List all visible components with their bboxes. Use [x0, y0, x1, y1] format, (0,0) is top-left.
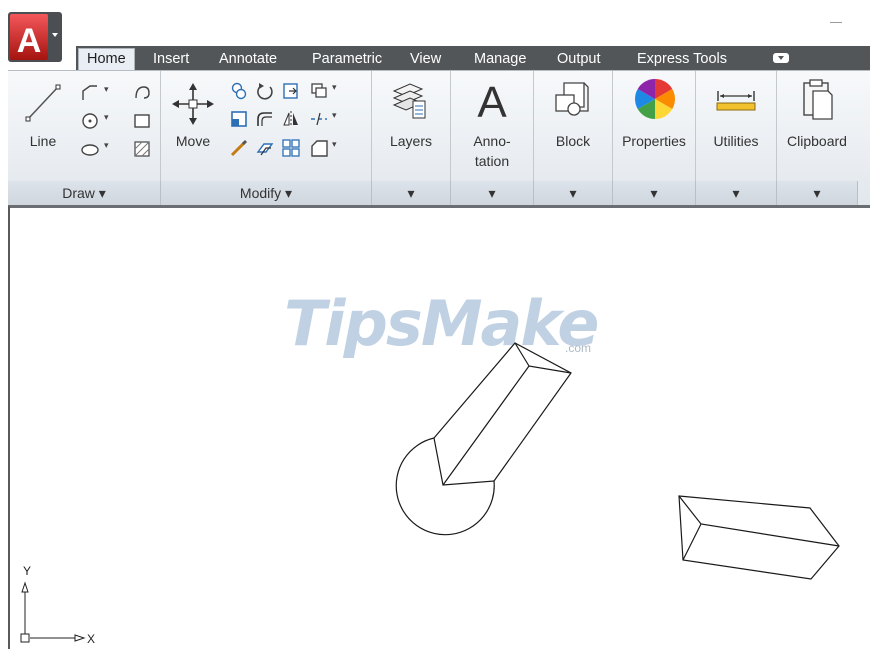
circle-icon[interactable]	[80, 111, 100, 131]
ucs-y-label: Y	[23, 564, 32, 578]
block-label: Block	[555, 133, 591, 149]
box-inner-edge-b[interactable]	[682, 523, 702, 561]
tab-home[interactable]: Home	[78, 48, 135, 71]
properties-dropdown[interactable]: ▾	[613, 181, 696, 205]
hatch-icon[interactable]	[132, 139, 152, 159]
tab-insert[interactable]: Insert	[153, 49, 189, 70]
line-label: Line	[29, 133, 57, 149]
circle-sector[interactable]	[395, 437, 495, 536]
rectangle-icon[interactable]	[132, 111, 152, 131]
circle-dropdown[interactable]: ▾	[104, 113, 109, 123]
svg-text:A: A	[17, 22, 42, 60]
prism-inner-edge[interactable]	[442, 365, 572, 486]
drawing-geometry	[20, 342, 840, 643]
ellipse-dropdown[interactable]: ▾	[104, 141, 109, 151]
ellipse-icon[interactable]	[80, 139, 100, 159]
modify-panel-title[interactable]: Modify ▾	[161, 181, 372, 205]
layers-label: Layers	[389, 133, 433, 149]
box-outline[interactable]	[678, 495, 840, 580]
layers-panel[interactable]: Layers	[372, 71, 451, 181]
ucs-icon	[20, 581, 86, 643]
rotate-icon[interactable]	[255, 81, 275, 101]
layers-icon	[392, 83, 426, 119]
offset-dropdown[interactable]: ▾	[332, 83, 337, 93]
stretch-icon[interactable]	[229, 109, 249, 129]
move-icon	[172, 83, 214, 125]
block-icon	[555, 82, 589, 116]
line-button[interactable]: Line	[14, 77, 72, 157]
utilities-dropdown[interactable]: ▾	[696, 181, 777, 205]
explode-icon[interactable]	[309, 109, 329, 129]
measure-icon	[716, 91, 756, 111]
ribbon: Line ▾ ▾ ▾ Draw ▾ Move ▾ ▾ ▾ Modify ▾ La…	[8, 70, 870, 207]
modify-panel: Move ▾ ▾ ▾	[161, 71, 372, 181]
tab-annotate[interactable]: Annotate	[219, 49, 277, 70]
layers-dropdown[interactable]: ▾	[372, 181, 451, 205]
tab-view[interactable]: View	[410, 49, 441, 70]
move-label: Move	[175, 133, 211, 149]
utilities-panel[interactable]: Utilities	[696, 71, 777, 181]
application-menu-button[interactable]: A	[8, 12, 62, 62]
polyline-dropdown[interactable]: ▾	[104, 85, 109, 95]
ucs-x-label: X	[87, 632, 96, 646]
scale-icon[interactable]	[255, 138, 275, 158]
autocad-logo-icon: A	[8, 12, 62, 62]
annotation-panel[interactable]: A Anno- tation	[451, 71, 534, 181]
chamfer-icon[interactable]	[309, 138, 329, 158]
title-bar	[0, 0, 870, 46]
clipboard-label: Clipboard	[787, 133, 847, 149]
ribbon-minimize-toggle[interactable]	[773, 53, 789, 63]
explode-dropdown[interactable]: ▾	[332, 111, 337, 121]
chamfer-dropdown[interactable]: ▾	[332, 140, 337, 150]
clipboard-panel[interactable]: Clipboard	[777, 71, 857, 181]
properties-label: Properties	[622, 133, 686, 149]
svg-text:A: A	[477, 78, 507, 123]
properties-panel[interactable]: Properties	[613, 71, 696, 181]
tab-output[interactable]: Output	[557, 49, 601, 70]
utilities-label: Utilities	[713, 133, 759, 149]
tab-express-tools[interactable]: Express Tools	[637, 49, 727, 70]
annotation-label-line1: Anno-	[473, 133, 511, 149]
trim-icon[interactable]	[281, 81, 301, 101]
offset-icon[interactable]	[309, 81, 329, 101]
array-icon[interactable]	[281, 138, 301, 158]
clipboard-dropdown[interactable]: ▾	[777, 181, 858, 205]
erase-icon[interactable]	[229, 138, 249, 158]
polyline-icon[interactable]	[80, 83, 100, 103]
move-button[interactable]: Move	[165, 79, 221, 159]
ribbon-tab-bar: Home Insert Annotate Parametric View Man…	[76, 46, 870, 71]
annotation-dropdown[interactable]: ▾	[451, 181, 534, 205]
block-dropdown[interactable]: ▾	[534, 181, 613, 205]
draw-panel: Line ▾ ▾ ▾	[8, 71, 161, 181]
prism-body[interactable]	[433, 342, 572, 482]
line-icon	[25, 84, 61, 122]
properties-icon	[635, 79, 675, 119]
copy-icon[interactable]	[229, 81, 249, 101]
tab-manage[interactable]: Manage	[474, 49, 526, 70]
chevron-down-icon	[778, 56, 784, 60]
clipboard-icon	[803, 79, 833, 120]
text-icon: A	[477, 78, 507, 123]
block-panel[interactable]: Block	[534, 71, 613, 181]
mirror-icon[interactable]	[281, 109, 301, 129]
fillet-icon[interactable]	[255, 109, 275, 129]
draw-panel-title[interactable]: Draw ▾	[8, 181, 161, 205]
minimize-button[interactable]	[830, 22, 842, 23]
arc-icon[interactable]	[132, 83, 152, 103]
tab-parametric[interactable]: Parametric	[312, 49, 382, 70]
annotation-label-line2: tation	[474, 153, 510, 169]
